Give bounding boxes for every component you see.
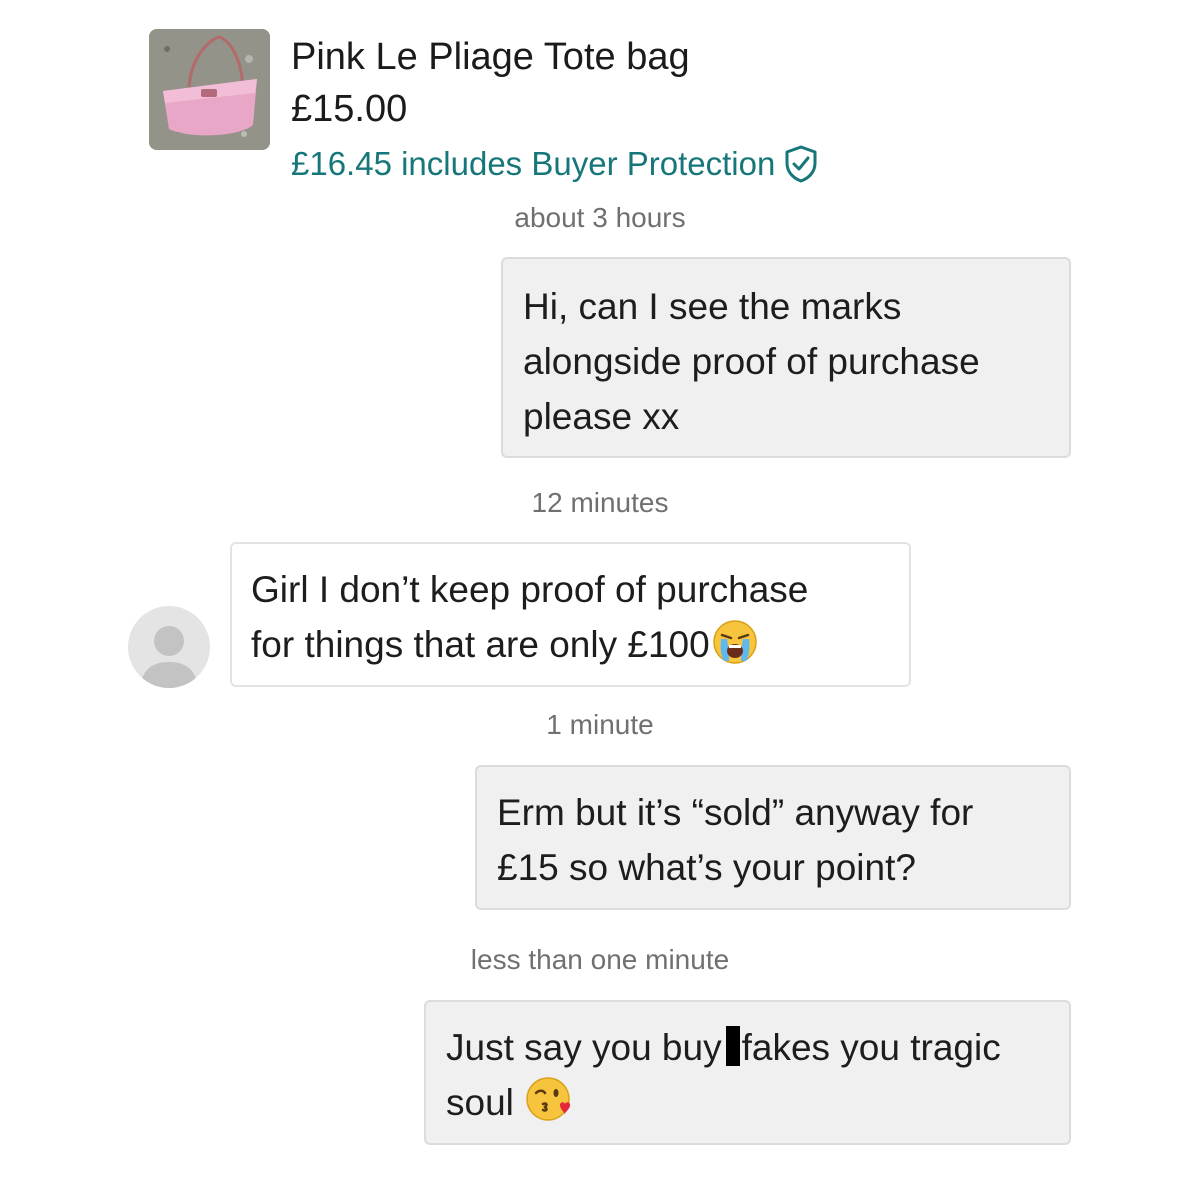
default-user-icon bbox=[140, 626, 198, 688]
message-timestamp: less than one minute bbox=[470, 944, 730, 975]
message-text-line: alongside proof of purchase bbox=[523, 341, 980, 382]
message-text-line-with-emoji: for things that are only £100 bbox=[251, 617, 909, 672]
shield-check-icon bbox=[785, 145, 817, 183]
avatar[interactable] bbox=[128, 606, 210, 688]
message-timestamp: 12 minutes bbox=[531, 487, 669, 518]
message-text: for things that are only £100 bbox=[251, 624, 710, 665]
message-text: fakes you tragic bbox=[741, 1027, 1001, 1068]
message-text-line: please xx bbox=[523, 396, 680, 437]
face-blowing-a-kiss-icon bbox=[526, 1077, 571, 1121]
message-bubble-incoming[interactable]: Girl I don’t keep proof of purchase for … bbox=[230, 542, 911, 687]
message-text-line: Girl I don’t keep proof of purchase bbox=[251, 569, 809, 610]
message-text-line: £15 so what’s your point? bbox=[497, 847, 916, 888]
item-thumbnail[interactable] bbox=[149, 29, 270, 150]
message-bubble-outgoing[interactable]: Erm but it’s “sold” anyway for £15 so wh… bbox=[475, 765, 1071, 910]
buyer-protection-text: £16.45 includes Buyer Protection bbox=[291, 145, 776, 182]
message-bubble-outgoing[interactable]: Just say you buy fakes you tragic soul bbox=[424, 1000, 1071, 1145]
message-text-line: Just say you buy fakes you tragic bbox=[446, 1020, 1069, 1075]
message-text-line: Erm but it’s “sold” anyway for bbox=[497, 792, 974, 833]
message-text-line-with-emoji: soul bbox=[446, 1075, 1069, 1130]
message-timestamp: about 3 hours bbox=[514, 202, 686, 233]
message-bubble-outgoing[interactable]: Hi, can I see the marks alongside proof … bbox=[501, 257, 1071, 458]
message-text: Just say you buy bbox=[446, 1027, 722, 1068]
buyer-protection-info[interactable]: £16.45 includes Buyer Protection bbox=[291, 142, 819, 186]
pink-tote-bag-icon bbox=[149, 29, 270, 150]
message-timestamp: 1 minute bbox=[546, 709, 654, 740]
message-text-line: Hi, can I see the marks bbox=[523, 286, 902, 327]
item-title[interactable]: Pink Le Pliage Tote bag bbox=[291, 34, 690, 80]
item-price: £15.00 bbox=[291, 88, 408, 130]
message-text: soul bbox=[446, 1082, 514, 1123]
loudly-crying-face-icon bbox=[712, 620, 757, 664]
redaction-mark bbox=[725, 1026, 740, 1066]
